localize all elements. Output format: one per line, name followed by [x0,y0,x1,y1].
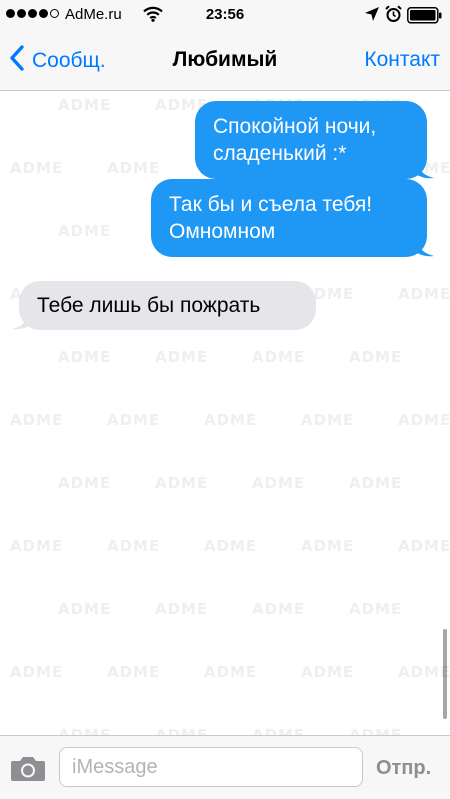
send-button[interactable]: Отпр. [376,757,431,780]
message-text: Так бы и съела тебя! Омномном [169,193,373,243]
message-text: Тебе лишь бы пожрать [37,294,261,317]
bubble-tail [12,310,30,330]
outgoing-message[interactable]: Так бы и съела тебя! Омномном [151,179,434,257]
status-time: 23:56 [205,6,245,23]
contact-button[interactable]: Контакт [364,48,440,72]
input-bar: Отпр. [0,735,450,799]
message-text: Спокойной ночи, сладенький :* [213,115,377,165]
imessage-input[interactable] [59,747,363,787]
bubble-tail [416,237,434,257]
alarm-clock-icon [385,5,402,27]
status-bar: AdMe.ru 23:56 [0,0,450,30]
camera-icon [10,757,46,786]
outgoing-message[interactable]: Спокойной ночи, сладенький :* [195,101,434,179]
message-thread: Спокойной ночи, сладенький :* Так бы и с… [0,91,450,735]
messages-screen: ADME ADME ADME ADME ADME ADME ADME ADME ADME ADME… [0,0,450,799]
location-arrow-icon [364,6,380,26]
nav-bar: Сообщ. Любимый Контакт [0,30,450,91]
battery-icon [407,7,443,28]
bubble-tail [416,159,434,179]
camera-button[interactable] [10,755,46,787]
incoming-message[interactable]: Тебе лишь бы пожрать [12,281,316,330]
scroll-indicator[interactable] [443,629,447,719]
